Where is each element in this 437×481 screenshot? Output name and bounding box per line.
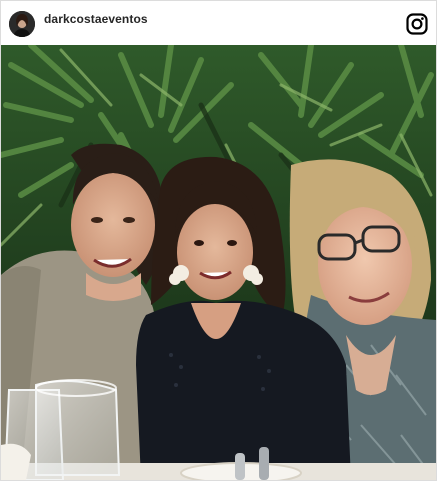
instagram-icon[interactable] (406, 13, 428, 35)
avatar-image (9, 11, 35, 37)
post-photo[interactable] (1, 45, 436, 480)
username-link[interactable]: darkcostaeventos (44, 12, 148, 26)
profile-avatar[interactable] (9, 11, 35, 37)
instagram-post-card: darkcostaeventos (0, 0, 437, 481)
post-header: darkcostaeventos (1, 1, 436, 45)
